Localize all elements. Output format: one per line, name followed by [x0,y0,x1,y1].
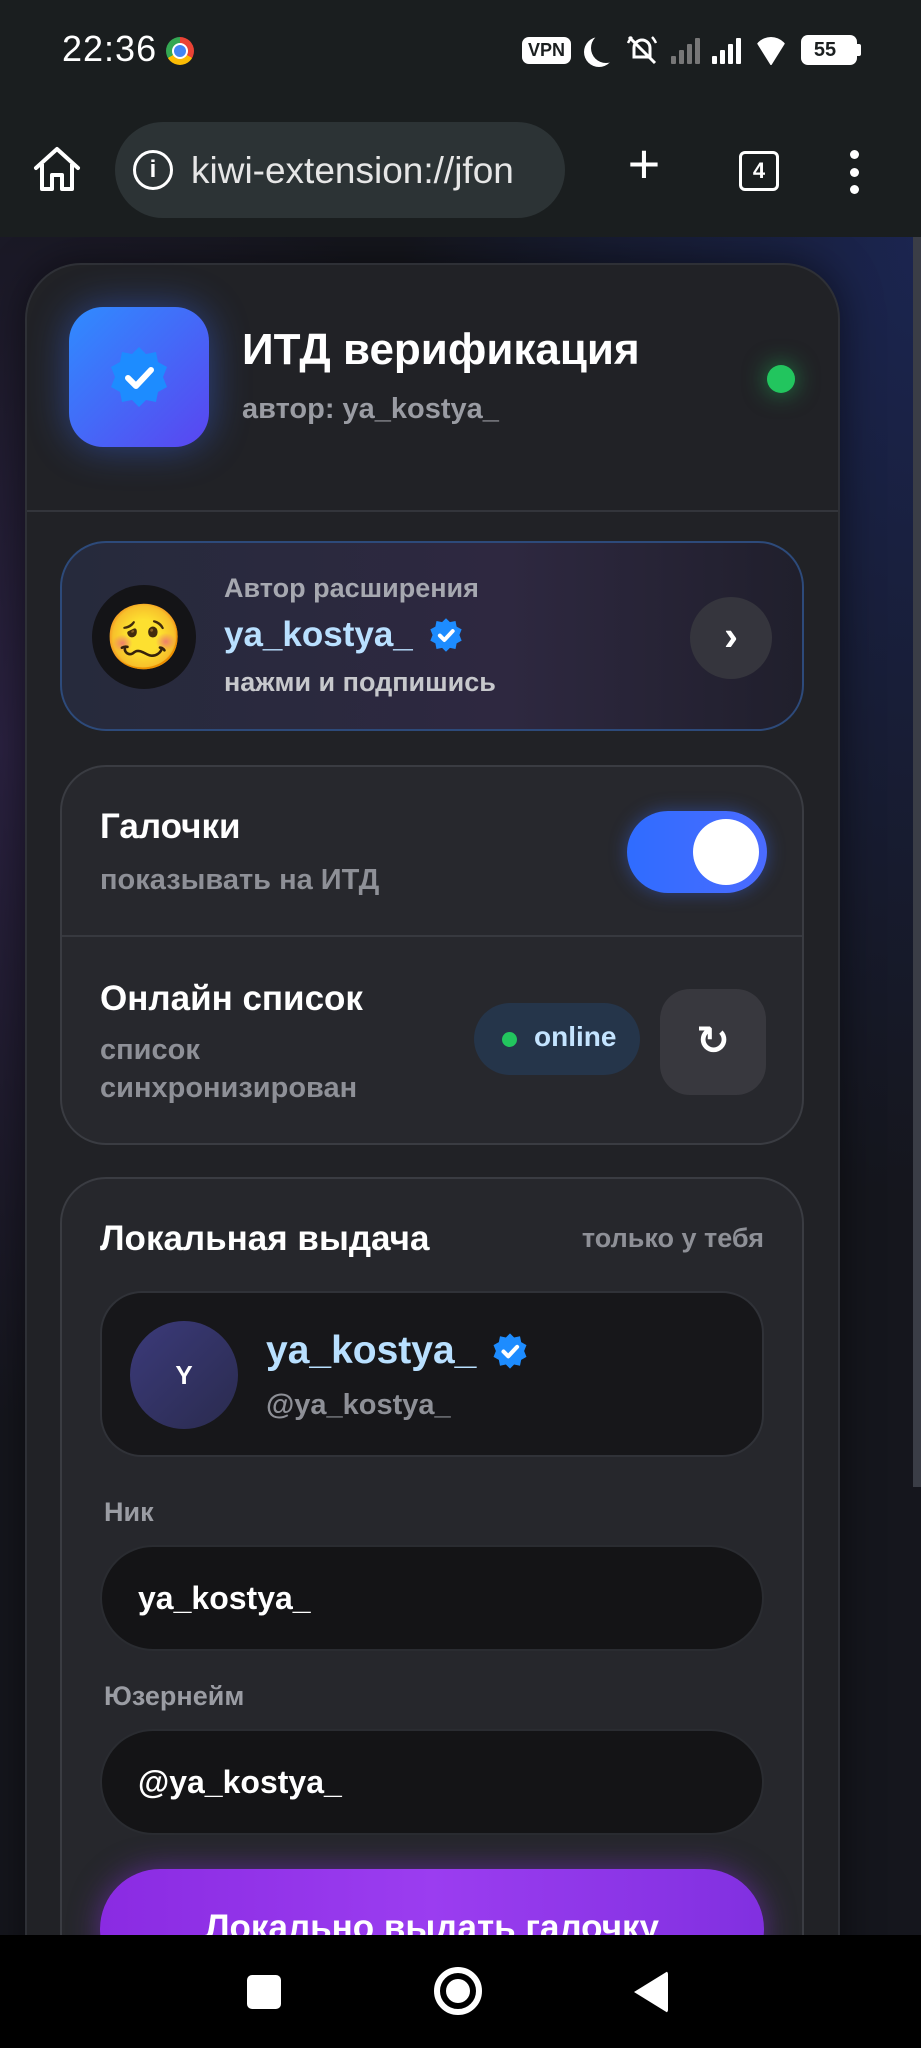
browser-toolbar: i kiwi-extension://jfon + 4 [0,100,921,237]
online-list-title: Онлайн список [100,979,363,1018]
online-status-text: online [534,1021,617,1052]
local-hint: только у тебя [581,1223,764,1253]
divider [62,935,802,937]
profile-preview: Y ya_kostya_ @ya_kostya_ [100,1291,764,1457]
scrollbar[interactable] [913,237,921,1487]
vpn-icon: VPN [521,36,571,64]
verified-badge-icon [430,618,462,652]
wifi-icon [753,35,789,65]
issue-checkmark-button[interactable]: Локально выдать галочку [100,1869,764,1935]
battery-icon: 55 [801,35,861,65]
online-list-subtitle-2: синхронизирован [100,1072,358,1104]
app-icon [69,307,209,447]
bell-off-icon [626,35,658,65]
nick-field[interactable]: ya_kostya_ [100,1545,764,1651]
nick-label: Ник [104,1497,154,1527]
popup-card: ИТД верификация автор: ya_kostya_ 🥴 Авто… [25,263,840,1935]
author-name: ya_kostya_ [224,615,413,654]
home-icon[interactable] [30,142,84,196]
connection-status-dot [767,365,795,393]
signal-icon [712,36,741,64]
checkmarks-subtitle: показывать на ИТД [100,864,380,896]
battery-level: 55 [813,39,837,61]
online-status-badge: online [474,1003,640,1075]
username-label: Юзернейм [104,1681,245,1711]
home-nav-icon[interactable] [434,1967,482,2015]
tabs-button[interactable]: 4 [739,151,779,191]
status-time: 22:36 [62,28,158,69]
info-icon[interactable]: i [133,150,173,190]
author-cta: нажми и подпишись [224,667,496,697]
verified-badge-icon [493,1333,527,1369]
author-caption: Автор расширения [224,573,479,603]
menu-icon[interactable] [848,150,860,194]
url-text[interactable]: kiwi-extension://jfon [191,150,514,192]
app-author: автор: ya_kostya_ [242,393,499,425]
username-field[interactable]: @ya_kostya_ [100,1729,764,1835]
settings-panel: Галочки показывать на ИТД Онлайн список … [60,765,804,1145]
moon-icon [591,33,621,63]
divider [27,510,838,512]
checkmarks-toggle[interactable] [627,811,767,893]
status-bar: 22:36 VPN 55 [0,0,921,100]
app-title: ИТД верификация [242,325,640,374]
new-tab-button[interactable]: + [620,136,668,192]
verified-badge-icon [111,347,167,407]
signal-icon [671,36,700,64]
local-issue-panel: Локальная выдача только у тебя Y ya_kost… [60,1177,804,1935]
avatar: Y [130,1321,238,1429]
author-name-row: ya_kostya_ [224,615,465,655]
extension-page: ИТД верификация автор: ya_kostya_ 🥴 Авто… [0,237,921,1935]
preview-name: ya_kostya_ [266,1329,477,1372]
checkmarks-title: Галочки [100,807,241,846]
chrome-icon [166,37,194,65]
local-title: Локальная выдача [100,1219,430,1258]
chevron-right-icon[interactable]: › [690,597,772,679]
online-dot [502,1032,517,1047]
back-icon[interactable] [634,1971,668,2013]
refresh-icon[interactable]: ↻ [660,989,766,1095]
preview-name-row: ya_kostya_ [266,1329,530,1373]
author-avatar: 🥴 [92,585,196,689]
preview-handle: @ya_kostya_ [266,1389,451,1421]
online-list-subtitle-1: список [100,1034,200,1066]
author-card[interactable]: 🥴 Автор расширения ya_kostya_ нажми и по… [60,541,804,731]
address-bar[interactable]: i kiwi-extension://jfon [115,122,565,218]
status-icons: VPN 55 [521,32,861,68]
recents-icon[interactable] [247,1975,281,2009]
system-nav-bar [0,1935,921,2048]
